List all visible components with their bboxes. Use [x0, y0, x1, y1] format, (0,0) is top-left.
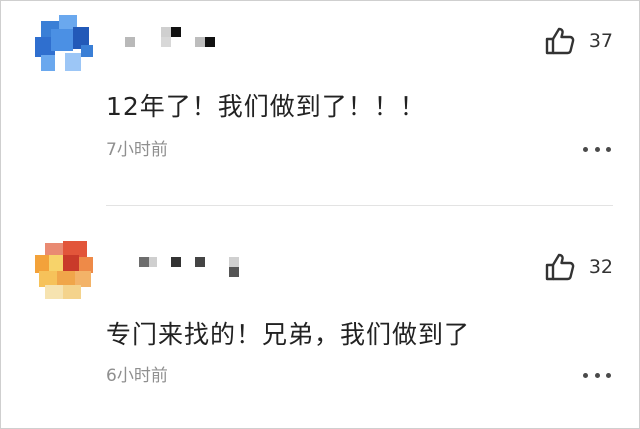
redaction-block [171, 27, 181, 37]
avatar[interactable] [35, 241, 93, 299]
like-button[interactable]: 37 [545, 27, 613, 55]
redaction-block [125, 37, 135, 47]
redaction-block [195, 257, 205, 267]
avatar-pixel [65, 53, 81, 71]
redaction-block [161, 37, 171, 47]
avatar[interactable] [35, 15, 93, 73]
comment-time: 7小时前 [106, 140, 168, 160]
username-redacted[interactable] [121, 23, 261, 53]
comment-text: 12年了！我们做到了！！！ [106, 92, 426, 121]
comment-time: 6小时前 [106, 366, 168, 386]
thumbs-up-icon [545, 27, 575, 55]
redaction-block [161, 27, 171, 37]
more-button[interactable] [583, 371, 611, 379]
avatar-pixel [81, 45, 93, 57]
redaction-block [229, 257, 239, 267]
redaction-block [149, 257, 157, 267]
avatar-pixel [51, 29, 73, 51]
like-count: 32 [588, 256, 613, 278]
more-dots-icon [583, 146, 588, 152]
divider [106, 205, 613, 206]
like-count: 37 [588, 30, 613, 52]
comment-text: 专门来找的！兄弟，我们做到了 [106, 320, 471, 349]
more-dots-icon [583, 372, 588, 378]
avatar-pixel [45, 285, 63, 299]
avatar-pixel [41, 55, 55, 71]
more-dots-icon [606, 372, 611, 378]
more-dots-icon [594, 372, 600, 378]
redaction-block [139, 257, 149, 267]
like-button[interactable]: 32 [545, 253, 613, 281]
username-redacted[interactable] [121, 249, 261, 279]
more-dots-icon [606, 146, 611, 152]
more-dots-icon [594, 146, 600, 152]
thumbs-up-icon [545, 253, 575, 281]
redaction-block [171, 257, 181, 267]
redaction-block [195, 37, 205, 47]
redaction-block [229, 267, 239, 277]
more-button[interactable] [583, 145, 611, 153]
comment-list: 37 12年了！我们做到了！！！ 7小时前 32 专门来找的！兄弟，我们做到了 … [0, 0, 640, 429]
redaction-block [205, 37, 215, 47]
avatar-pixel [63, 285, 81, 299]
